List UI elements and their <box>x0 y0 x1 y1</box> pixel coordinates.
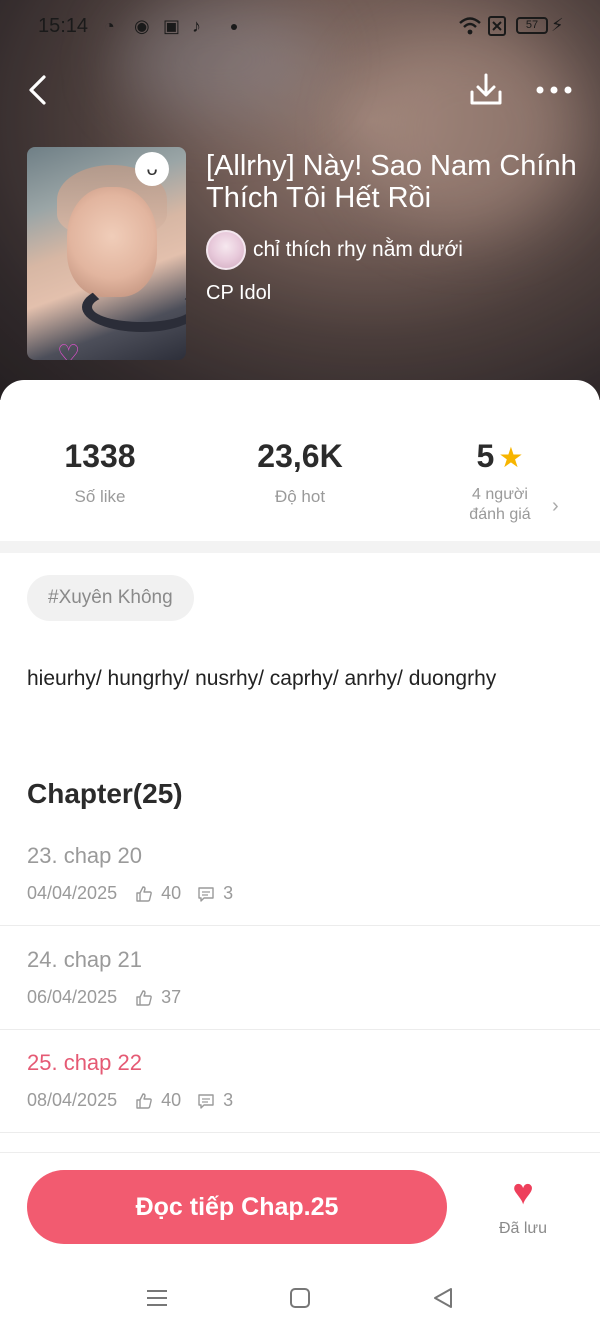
status-bar: 15:14 ◔ ◉ ▣ ♪ 57 ⚡ <box>0 0 600 52</box>
story-genre[interactable]: CP Idol <box>206 282 271 305</box>
star-icon: ★ <box>498 442 524 473</box>
continue-reading-button[interactable]: Đọc tiếp Chap.25 <box>27 1170 447 1244</box>
chevron-right-icon[interactable]: › <box>552 495 559 518</box>
chapter-item[interactable]: 23. chap 20 04/04/2025 40 3 <box>0 823 600 926</box>
hot-stat: 23,6K Độ hot <box>200 438 400 507</box>
tiktok-icon: ♪ <box>192 16 201 36</box>
chapter-date: 04/04/2025 <box>27 883 118 903</box>
no-sim-icon <box>488 16 506 40</box>
likes-value: 1338 <box>64 438 136 474</box>
like-icon <box>136 1092 152 1109</box>
chapter-likes: 37 <box>161 987 182 1007</box>
author-avatar[interactable] <box>206 230 246 270</box>
saved-button[interactable]: ♥ Đã lưu <box>490 1172 556 1238</box>
hot-value: 23,6K <box>257 438 343 474</box>
bunny-sticker-icon: ᴗ <box>135 152 169 186</box>
story-cover-image[interactable]: ᴗ ♡ <box>27 147 186 360</box>
chapters-header: Chapter(25) <box>27 778 183 809</box>
chapter-date: 08/04/2025 <box>27 1090 118 1110</box>
chapter-likes: 40 <box>161 1090 182 1110</box>
more-notifications-icon <box>231 24 237 30</box>
heart-sticker-icon: ♡ <box>57 339 81 360</box>
chapter-likes: 40 <box>161 883 182 903</box>
like-icon <box>136 989 152 1006</box>
download-button[interactable] <box>466 70 506 110</box>
chapter-name: 23. chap 20 <box>27 843 142 868</box>
menu-icon[interactable] <box>145 1286 169 1315</box>
status-time: 15:14 <box>38 15 89 37</box>
wifi-icon <box>458 16 482 40</box>
saved-label: Đã lưu <box>498 1220 548 1237</box>
likes-stat: 1338 Số like <box>0 438 200 507</box>
rating-value: 5 <box>476 438 495 474</box>
likes-label: Số like <box>74 487 126 506</box>
notification-icon: ◔ <box>104 16 115 36</box>
rating-stat[interactable]: 5 ★ 4 người đánh giá <box>400 438 600 525</box>
home-icon[interactable] <box>288 1286 312 1315</box>
story-title: [Allrhy] Này! Sao Nam Chính Thích Tôi Hế… <box>206 150 577 214</box>
chapter-name: 24. chap 21 <box>27 947 142 972</box>
back-button[interactable] <box>22 70 62 110</box>
download-icon <box>470 73 502 105</box>
chapter-comments: 3 <box>223 883 234 903</box>
charging-icon: ⚡ <box>551 15 564 35</box>
rating-label: đánh giá <box>469 506 531 523</box>
like-icon <box>136 885 152 902</box>
back-icon[interactable] <box>431 1286 455 1315</box>
back-arrow-icon <box>29 75 46 105</box>
battery-icon: 57 <box>516 17 548 34</box>
shop-icon: ▣ <box>163 16 181 36</box>
section-divider <box>0 541 600 553</box>
hot-label: Độ hot <box>274 487 326 506</box>
chapter-date: 06/04/2025 <box>27 987 118 1007</box>
system-navigation-bar <box>0 1268 600 1333</box>
messenger-icon: ◉ <box>134 16 150 36</box>
story-description: hieurhy/ hungrhy/ nusrhy/ caprhy/ anrhy/… <box>27 667 497 690</box>
chapter-name: 25. chap 22 <box>27 1050 142 1075</box>
battery-level: 57 <box>525 19 539 31</box>
comment-icon <box>198 1093 214 1109</box>
author-name[interactable]: chỉ thích rhy nằm dưới <box>253 238 463 262</box>
heart-icon: ♥ <box>512 1171 534 1212</box>
genre-tag[interactable]: #Xuyên Không <box>27 575 194 621</box>
rating-count-label: 4 người <box>472 486 528 503</box>
chapter-item[interactable]: 24. chap 21 06/04/2025 37 <box>0 927 600 1030</box>
more-options-button[interactable] <box>532 70 576 110</box>
chapter-comments: 3 <box>223 1090 234 1110</box>
more-icon <box>536 86 572 94</box>
comment-icon <box>198 886 214 902</box>
chapter-item-current[interactable]: 25. chap 22 08/04/2025 40 3 <box>0 1030 600 1133</box>
